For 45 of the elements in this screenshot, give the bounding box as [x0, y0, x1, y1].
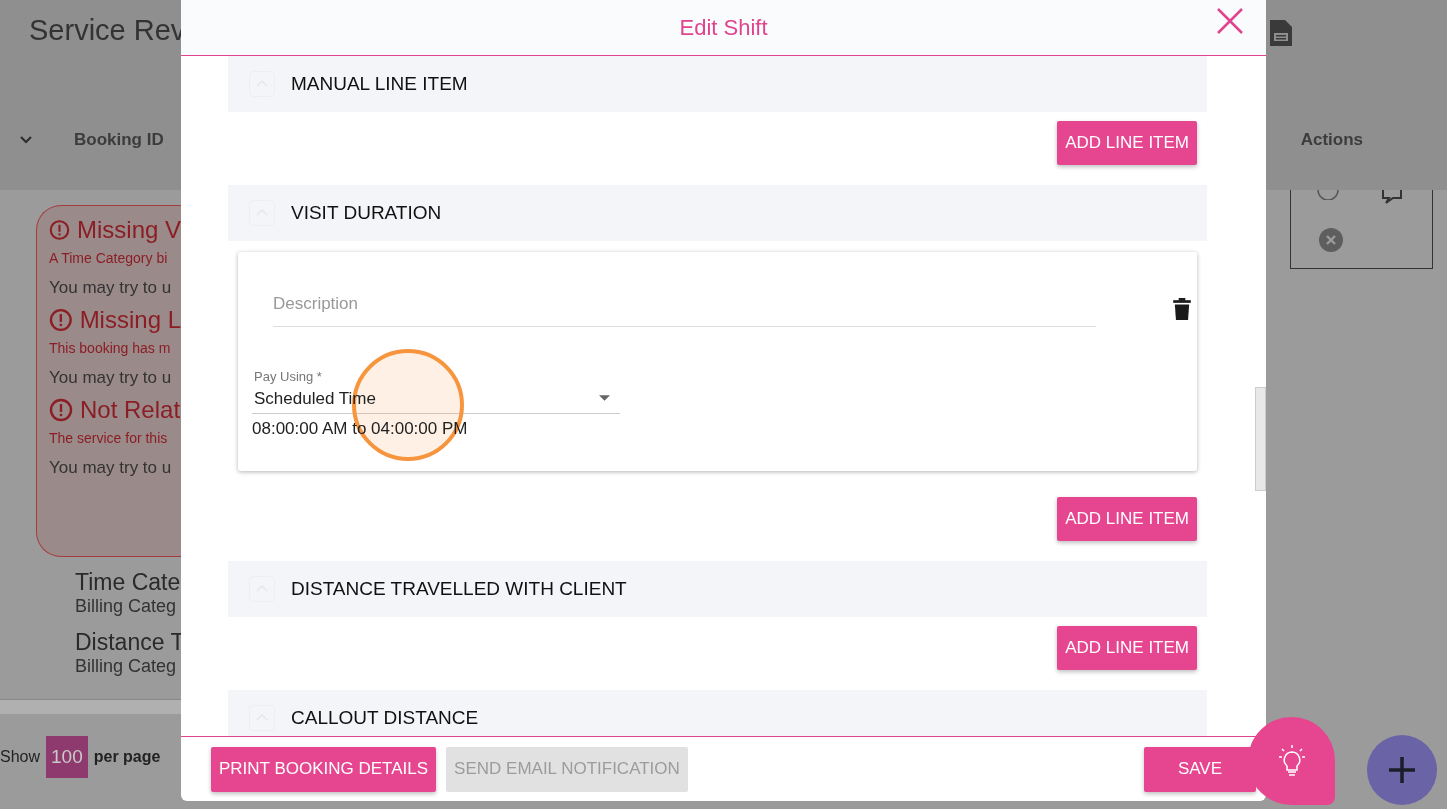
cancel-icon[interactable]: [1319, 228, 1343, 252]
line-item-name: Time Cate: [75, 569, 181, 596]
warning-icon: [49, 218, 70, 242]
page-size-field[interactable]: 100: [46, 736, 88, 778]
alert-title: Missing V: [76, 216, 181, 244]
section-title: CALLOUT DISTANCE: [291, 707, 479, 729]
line-item-category: Billing Categ: [75, 656, 178, 677]
dropdown-arrow-icon[interactable]: [599, 395, 610, 401]
alert-title: Not Relat: [80, 396, 181, 424]
alert-title: Missing L: [79, 306, 181, 334]
scrollbar-thumb[interactable]: [1255, 387, 1266, 491]
section-title: VISIT DURATION: [291, 202, 442, 224]
warning-icon: [49, 308, 73, 332]
section-title: DISTANCE TRAVELLED WITH CLIENT: [291, 578, 627, 600]
field-label: Pay Using *: [254, 369, 323, 384]
alert-detail: A Time Category bi: [49, 250, 169, 266]
add-line-item-button[interactable]: ADD LINE ITEM: [1057, 121, 1197, 165]
pager-label: per page: [93, 748, 161, 766]
alert-detail: This booking has m: [49, 340, 172, 356]
alert-hint: You may try to u: [49, 368, 173, 388]
plus-icon: [1387, 755, 1417, 785]
column-header[interactable]: Actions: [1300, 130, 1363, 150]
section-title: MANUAL LINE ITEM: [291, 73, 468, 95]
section-header[interactable]: CALLOUT DISTANCE: [228, 690, 1207, 736]
trash-icon[interactable]: [1173, 297, 1191, 320]
pager-label: Show: [0, 748, 41, 766]
save-button[interactable]: SAVE: [1143, 746, 1256, 792]
alert-hint: You may try to u: [49, 458, 173, 478]
lightbulb-icon: [1276, 744, 1307, 778]
close-icon[interactable]: [1216, 7, 1244, 35]
warning-icon: [49, 398, 73, 422]
section-header[interactable]: VISIT DURATION: [228, 185, 1207, 241]
dialog-title: Edit Shift: [679, 14, 768, 41]
alert-hint: You may try to u: [49, 278, 173, 298]
add-line-item-button[interactable]: ADD LINE ITEM: [1057, 626, 1197, 670]
chevron-down-icon[interactable]: [20, 136, 32, 144]
printer-icon[interactable]: [1267, 18, 1295, 48]
section-header[interactable]: DISTANCE TRAVELLED WITH CLIENT: [228, 561, 1207, 617]
add-line-item-button[interactable]: ADD LINE ITEM: [1057, 497, 1197, 541]
alert-detail: The service for this: [49, 430, 169, 446]
line-item-category: Billing Categ: [75, 596, 178, 617]
section-header[interactable]: MANUAL LINE ITEM: [228, 56, 1207, 112]
scrollbar[interactable]: [0, 699, 181, 714]
footer-button[interactable]: PRINT BOOKING DETAILS: [211, 746, 437, 792]
column-header[interactable]: Booking ID: [74, 130, 164, 150]
